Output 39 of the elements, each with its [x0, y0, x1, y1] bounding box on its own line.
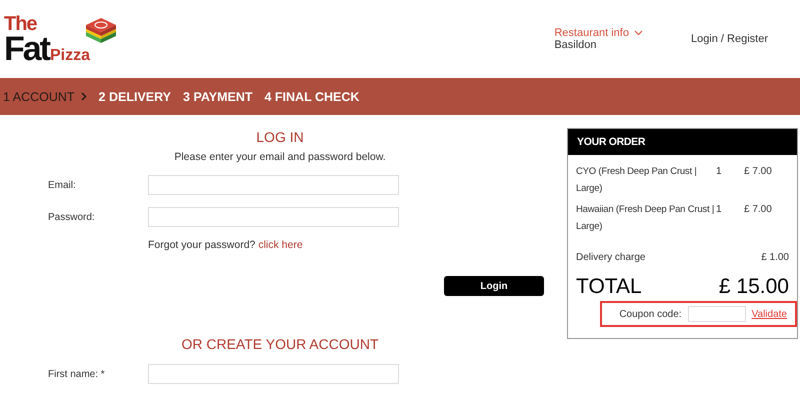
delivery-price: £ 1.00	[761, 252, 789, 263]
login-instructions: Please enter your email and password below.	[173, 151, 387, 163]
logo-text: Fat	[4, 34, 49, 64]
item-quantity: 1	[716, 203, 723, 217]
login-heading: LOG IN	[255, 129, 305, 145]
chevron-right-icon	[80, 92, 87, 101]
field-label: Email:	[48, 180, 77, 190]
input-field[interactable]	[148, 207, 399, 227]
total-label: TOTAL	[576, 275, 642, 299]
delivery-label: Delivery charge	[576, 252, 646, 263]
total-amount: £ 15.00	[718, 275, 789, 299]
step-tab[interactable]: 4 FINAL CHECK	[264, 90, 360, 104]
step-tab[interactable]: 3 PAYMENT	[183, 90, 252, 104]
validate-link[interactable]: Validate	[752, 308, 787, 320]
create-account-heading: OR CREATE YOUR ACCOUNT	[180, 336, 380, 352]
item-name: CYO (Fresh Deep Pan Crust | Large)	[576, 165, 698, 196]
coupon-field[interactable]	[688, 306, 746, 322]
item-name: Hawaiian (Fresh Deep Pan Crust | Large)	[576, 203, 716, 234]
login-register-link[interactable]: Login / Register	[690, 33, 768, 45]
input-field[interactable]	[148, 175, 399, 195]
login-button[interactable]: Login	[444, 276, 544, 296]
field-label: Password:	[48, 212, 96, 222]
forgot-password-text: Forgot your password? click here	[148, 239, 304, 251]
step-tab[interactable]: 1 ACCOUNT	[3, 90, 87, 104]
field-label: First name: *	[48, 368, 106, 380]
logo-text: The	[4, 14, 38, 34]
chevron-down-icon	[634, 30, 643, 36]
item-price: £ 7.00	[744, 203, 772, 217]
item-price: £ 7.00	[744, 165, 772, 179]
item-quantity: 1	[716, 165, 723, 179]
logo-text: Pizza	[50, 48, 90, 64]
pizza-box-icon	[84, 16, 118, 46]
input-field[interactable]	[148, 364, 399, 384]
location-text: Basildon	[554, 39, 598, 51]
order-heading: YOUR ORDER	[568, 129, 797, 155]
restaurant-info-link[interactable]: Restaurant info	[554, 27, 643, 39]
step-tab[interactable]: 2 DELIVERY	[98, 90, 172, 104]
click-here-link[interactable]: click here	[258, 239, 303, 251]
coupon-label: Coupon code:	[619, 308, 682, 320]
